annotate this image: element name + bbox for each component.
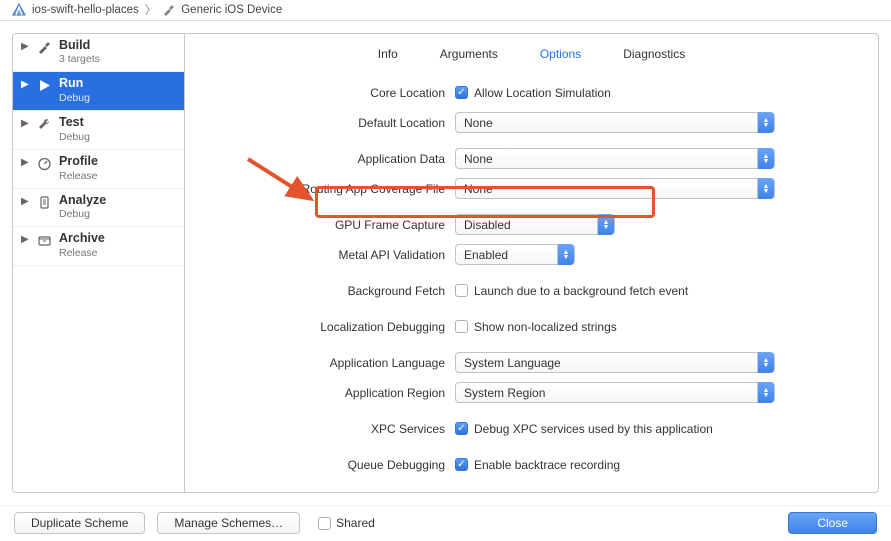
tab-bar: Info Arguments Options Diagnostics: [185, 34, 878, 66]
sidebar-item-label: Run: [59, 77, 90, 91]
sidebar-item-build[interactable]: ▶ Build3 targets: [13, 34, 184, 73]
disclosure-triangle-icon[interactable]: ▶: [21, 194, 31, 207]
gpu-frame-capture-select[interactable]: Disabled▲▼: [455, 214, 615, 235]
sidebar-item-test[interactable]: ▶ TestDebug: [13, 111, 184, 150]
breadcrumb: ios-swift-hello-places 〉 Generic iOS Dev…: [0, 0, 891, 21]
sidebar-item-subtitle: Release: [59, 170, 98, 182]
metal-validation-label: Metal API Validation: [185, 248, 455, 262]
close-button[interactable]: Close: [788, 512, 877, 534]
application-data-select[interactable]: None▲▼: [455, 148, 775, 169]
sidebar-item-label: Build: [59, 39, 100, 53]
xpc-checkbox[interactable]: [455, 422, 468, 435]
default-location-label: Default Location: [185, 116, 455, 130]
tab-arguments[interactable]: Arguments: [434, 43, 504, 65]
tab-options[interactable]: Options: [534, 43, 587, 65]
archive-icon: [37, 232, 53, 248]
chevron-updown-icon: ▲▼: [757, 352, 774, 373]
core-location-label: Core Location: [185, 86, 455, 100]
gauge-icon: [37, 155, 53, 171]
disclosure-triangle-icon[interactable]: ▶: [21, 39, 31, 52]
duplicate-scheme-button[interactable]: Duplicate Scheme: [14, 512, 145, 534]
queue-checkbox[interactable]: [455, 458, 468, 471]
chevron-updown-icon: ▲▼: [557, 244, 574, 265]
analyze-icon: [37, 194, 53, 210]
application-language-select[interactable]: System Language▲▼: [455, 352, 775, 373]
sidebar-item-label: Analyze: [59, 194, 106, 208]
disclosure-triangle-icon[interactable]: ▶: [21, 116, 31, 129]
disclosure-triangle-icon[interactable]: ▶: [21, 77, 31, 90]
sidebar-item-archive[interactable]: ▶ ArchiveRelease: [13, 227, 184, 266]
application-language-label: Application Language: [185, 356, 455, 370]
sidebar-item-label: Archive: [59, 232, 105, 246]
application-data-label: Application Data: [185, 152, 455, 166]
tab-diagnostics[interactable]: Diagnostics: [617, 43, 691, 65]
disclosure-triangle-icon[interactable]: ▶: [21, 155, 31, 168]
sidebar-item-subtitle: 3 targets: [59, 53, 100, 65]
xcode-project-icon: [12, 3, 26, 17]
xpc-text: Debug XPC services used by this applicat…: [474, 422, 713, 436]
routing-file-label: Routing App Coverage File: [185, 182, 455, 196]
gpu-frame-capture-label: GPU Frame Capture: [185, 218, 455, 232]
breadcrumb-project[interactable]: ios-swift-hello-places: [32, 4, 139, 16]
shared-checkbox[interactable]: [318, 517, 331, 530]
sidebar-item-subtitle: Debug: [59, 208, 106, 220]
sidebar-item-run[interactable]: ▶ RunDebug: [13, 72, 184, 111]
sidebar-item-label: Test: [59, 116, 90, 130]
sidebar-item-profile[interactable]: ▶ ProfileRelease: [13, 150, 184, 189]
queue-debugging-label: Queue Debugging: [185, 458, 455, 472]
sidebar-item-label: Profile: [59, 155, 98, 169]
play-icon: [37, 77, 53, 93]
hammer-icon: [37, 39, 53, 55]
tab-info[interactable]: Info: [372, 43, 404, 65]
localization-text: Show non-localized strings: [474, 320, 617, 334]
chevron-updown-icon: ▲▼: [597, 214, 614, 235]
allow-location-simulation-checkbox[interactable]: [455, 86, 468, 99]
wrench-icon: [37, 116, 53, 132]
background-fetch-text: Launch due to a background fetch event: [474, 284, 688, 298]
options-form: Core Location Allow Location Simulation …: [185, 66, 878, 492]
localization-debugging-label: Localization Debugging: [185, 320, 455, 334]
metal-validation-select[interactable]: Enabled▲▼: [455, 244, 575, 265]
scheme-sidebar: ▶ Build3 targets ▶ RunDebug ▶ TestDebug …: [13, 34, 185, 492]
shared-label: Shared: [336, 516, 375, 530]
background-fetch-checkbox[interactable]: [455, 284, 468, 297]
sidebar-item-subtitle: Debug: [59, 92, 90, 104]
manage-schemes-button[interactable]: Manage Schemes…: [157, 512, 300, 534]
chevron-updown-icon: ▲▼: [757, 382, 774, 403]
chevron-updown-icon: ▲▼: [757, 178, 774, 199]
application-region-label: Application Region: [185, 386, 455, 400]
chevron-updown-icon: ▲▼: [757, 148, 774, 169]
background-fetch-label: Background Fetch: [185, 284, 455, 298]
allow-location-simulation-text: Allow Location Simulation: [474, 86, 611, 100]
hammer-icon: [162, 3, 175, 16]
sidebar-item-subtitle: Release: [59, 247, 105, 259]
sidebar-item-analyze[interactable]: ▶ AnalyzeDebug: [13, 189, 184, 228]
breadcrumb-separator: 〉: [145, 2, 157, 18]
scheme-editor-window: ios-swift-hello-places 〉 Generic iOS Dev…: [0, 0, 891, 541]
main-area: ▶ Build3 targets ▶ RunDebug ▶ TestDebug …: [0, 21, 891, 505]
sidebar-item-subtitle: Debug: [59, 131, 90, 143]
breadcrumb-target[interactable]: Generic iOS Device: [181, 4, 282, 16]
localization-checkbox[interactable]: [455, 320, 468, 333]
chevron-updown-icon: ▲▼: [757, 112, 774, 133]
footer-bar: Duplicate Scheme Manage Schemes… Shared …: [0, 505, 891, 541]
content-pane: Info Arguments Options Diagnostics Core …: [185, 34, 878, 492]
routing-file-select[interactable]: None▲▼: [455, 178, 775, 199]
disclosure-triangle-icon[interactable]: ▶: [21, 232, 31, 245]
default-location-select[interactable]: None▲▼: [455, 112, 775, 133]
application-region-select[interactable]: System Region▲▼: [455, 382, 775, 403]
queue-text: Enable backtrace recording: [474, 458, 620, 472]
xpc-services-label: XPC Services: [185, 422, 455, 436]
